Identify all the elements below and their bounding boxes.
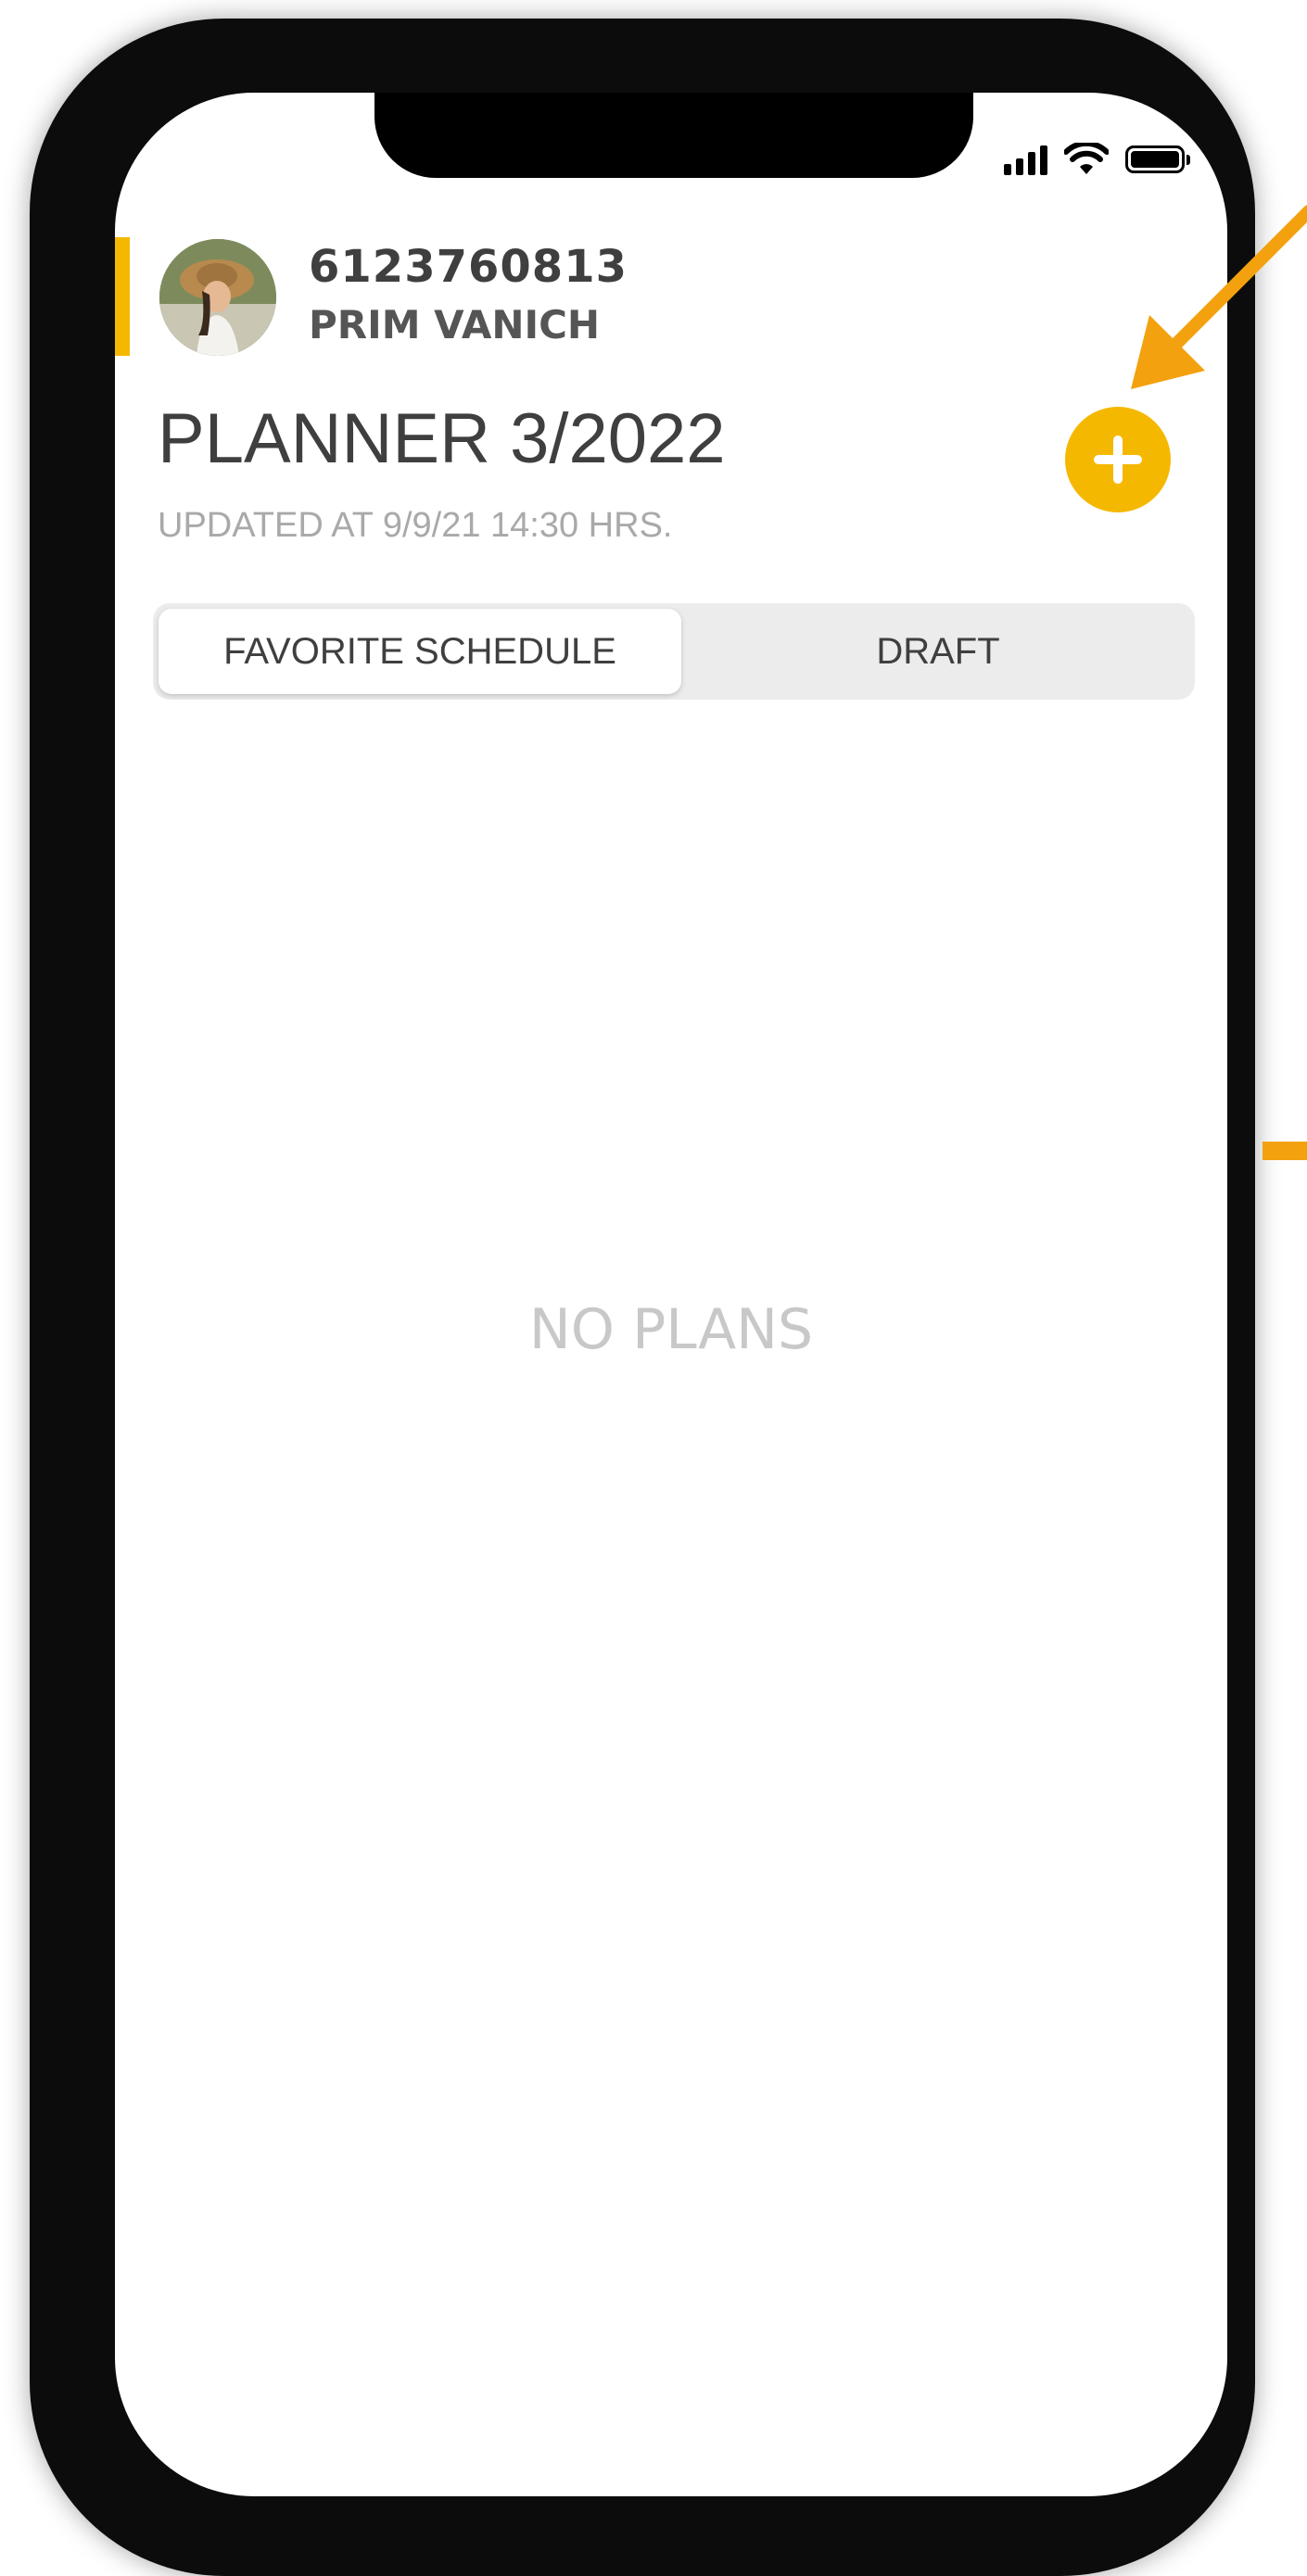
cellular-signal-icon bbox=[1004, 144, 1047, 175]
student-id: 6123760813 bbox=[309, 241, 628, 293]
tab-draft[interactable]: DRAFT bbox=[681, 609, 1195, 694]
battery-icon bbox=[1125, 145, 1190, 173]
empty-state-message: NO PLANS bbox=[528, 1297, 814, 1362]
annotation-marker bbox=[1263, 1142, 1307, 1160]
updated-timestamp: UPDATED AT 9/9/21 14:30 HRS. bbox=[158, 506, 673, 545]
status-bar bbox=[1004, 141, 1190, 178]
add-plan-button[interactable] bbox=[1065, 407, 1171, 512]
phone-frame: 6123760813 PRIM VANICH PLANNER 3/2022 UP… bbox=[30, 19, 1255, 2576]
tab-favorite-schedule[interactable]: FAVORITE SCHEDULE bbox=[159, 609, 681, 694]
annotation-arrow bbox=[1131, 205, 1307, 389]
user-photo-icon bbox=[159, 239, 276, 356]
profile-accent-bar bbox=[115, 237, 130, 356]
schedule-tabs: FAVORITE SCHEDULE DRAFT bbox=[153, 603, 1195, 700]
app-screen: 6123760813 PRIM VANICH PLANNER 3/2022 UP… bbox=[115, 93, 1227, 2496]
page-title: PLANNER 3/2022 bbox=[158, 399, 726, 478]
avatar[interactable] bbox=[159, 239, 276, 356]
student-name: PRIM VANICH bbox=[309, 302, 601, 347]
wifi-icon bbox=[1064, 143, 1109, 174]
device-notch bbox=[374, 93, 973, 178]
plus-icon bbox=[1094, 436, 1142, 484]
